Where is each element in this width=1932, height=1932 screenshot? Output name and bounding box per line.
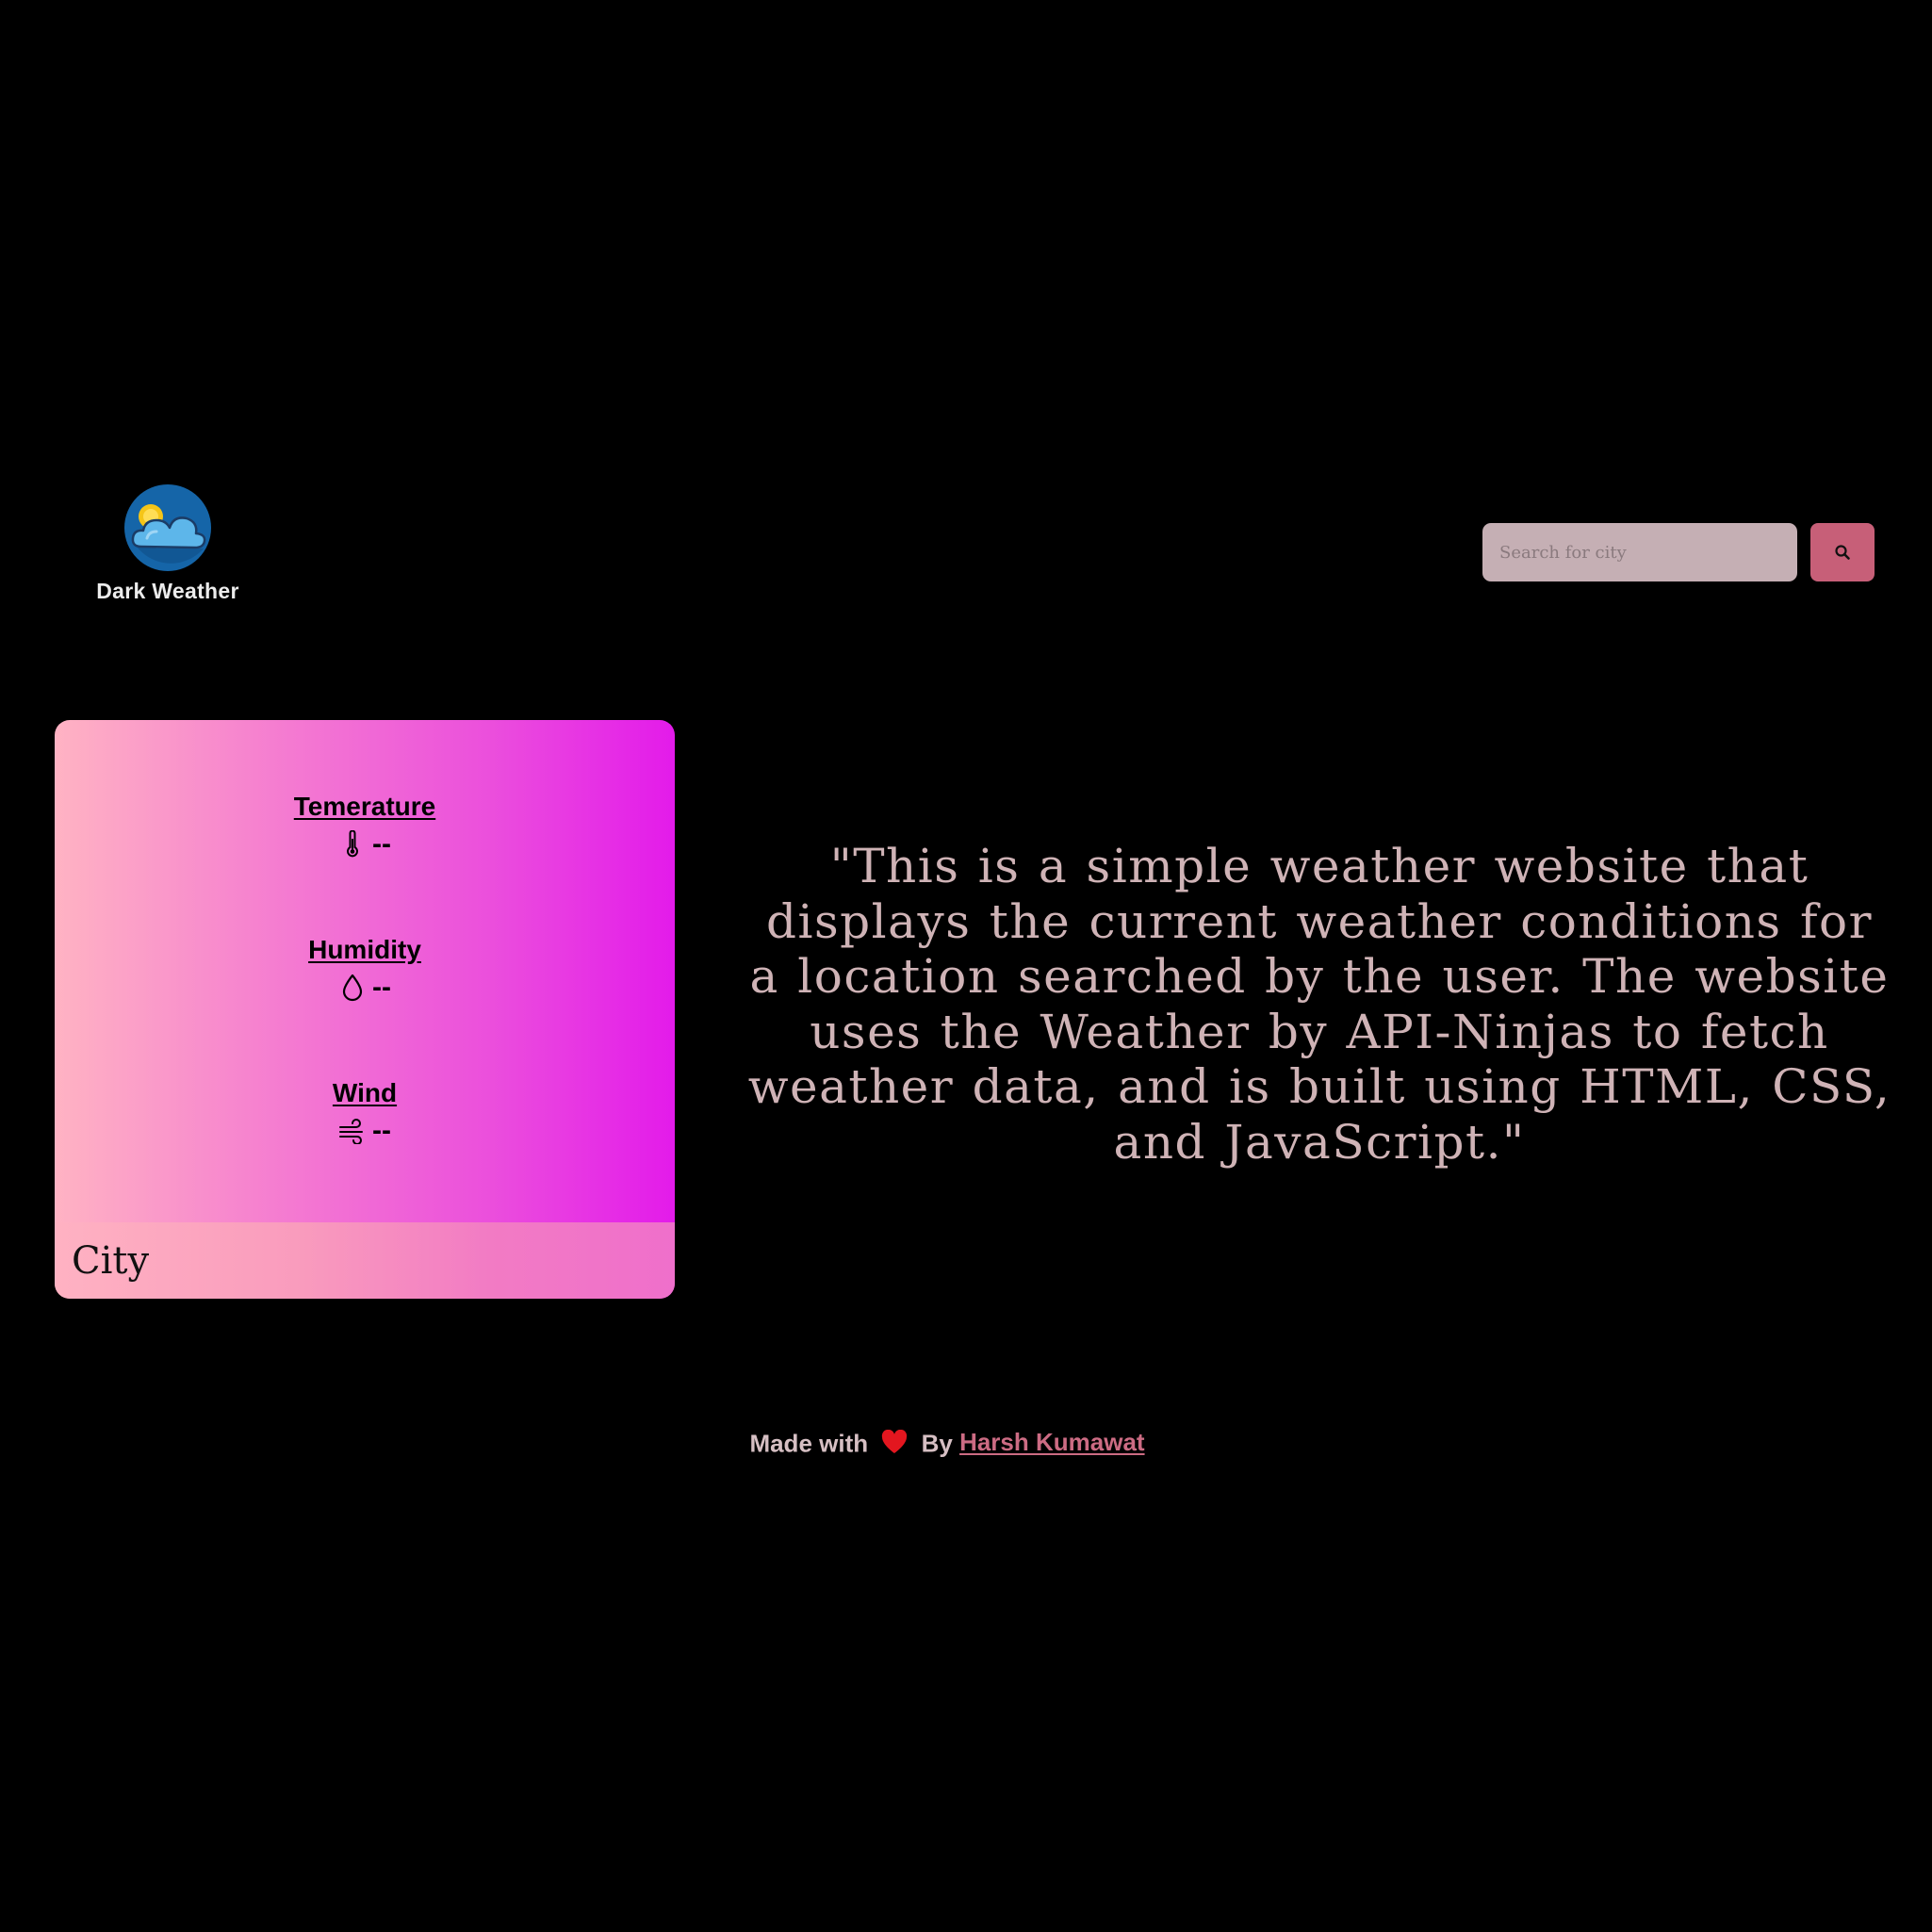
site-description: "This is a simple weather website that d… [747,839,1891,1170]
search-input[interactable] [1482,523,1797,581]
temperature-title: Temerature [293,792,436,821]
weather-metrics: Temerature -- Humidity -- Wind -- [55,720,675,1222]
search-button[interactable] [1810,523,1875,581]
brand-name: Dark Weather [96,579,239,603]
humidity-value: -- [372,972,391,1003]
wind-title: Wind [332,1078,398,1107]
search-icon [1835,545,1850,560]
wind-metric: Wind -- [55,1078,675,1149]
thermometer-icon [338,830,367,859]
temperature-metric: Temerature -- [55,792,675,863]
sun-behind-cloud-icon [124,484,211,571]
city-name: City [72,1238,150,1283]
temperature-value: -- [372,828,391,860]
weather-card: Temerature -- Humidity -- Wind -- City [55,720,675,1299]
humidity-title: Humidity [308,935,421,964]
by-text: By [921,1429,953,1458]
brand: Dark Weather [81,484,254,604]
droplet-icon [338,974,367,1002]
humidity-metric: Humidity -- [55,935,675,1007]
wind-icon [338,1117,367,1145]
city-bar: City [55,1222,675,1299]
wind-value: -- [372,1115,391,1146]
made-with-text: Made with [749,1429,869,1458]
heart-icon [882,1430,908,1454]
footer: Made with By Harsh Kumawat [0,1428,1894,1459]
author-link[interactable]: Harsh Kumawat [959,1428,1145,1456]
